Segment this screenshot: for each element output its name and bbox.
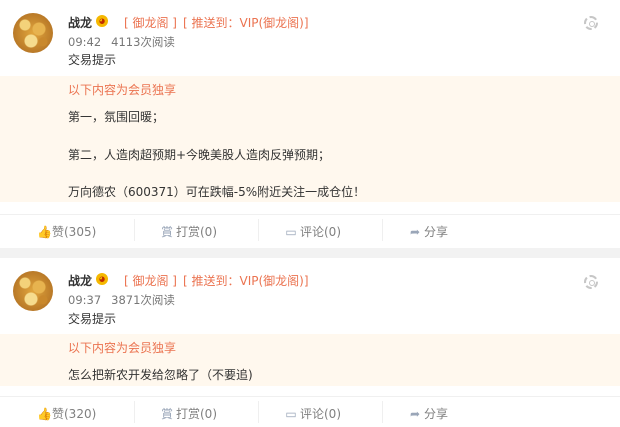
post-title: 交易提示 (68, 53, 117, 67)
author-name[interactable]: 战龙 (68, 14, 92, 31)
divider (382, 219, 383, 241)
share-icon: ➦ (409, 406, 421, 421)
content-line: 怎么把新农开发给忽略了（不要追) (68, 368, 253, 382)
comment-icon: ▭ (285, 224, 297, 239)
comment-icon: ▭ (285, 406, 297, 421)
like-label: 赞(320) (52, 407, 97, 421)
post-meta: 09:42 4113次阅读 (68, 34, 175, 50)
member-notice: 以下内容为会员独享 (68, 341, 177, 355)
emoji-icon: ◕ (96, 15, 108, 27)
share-button[interactable]: ➦ 分享 (409, 405, 448, 422)
comment-label: 评论(0) (300, 407, 341, 421)
post-meta: 09:37 3871次阅读 (68, 292, 175, 308)
share-icon: ➦ (409, 224, 421, 239)
view-count: 4113次阅读 (111, 35, 175, 49)
author-name[interactable]: 战龙 (68, 272, 92, 289)
divider (382, 401, 383, 423)
divider (258, 219, 259, 241)
divider (258, 401, 259, 423)
avatar[interactable] (13, 13, 53, 53)
like-label: 赞(305) (52, 225, 97, 239)
comment-label: 评论(0) (300, 225, 341, 239)
push-tag[interactable]: [ 推送到：VIP(御龙阁)] (183, 14, 309, 31)
tip-label: 打赏(0) (176, 407, 217, 421)
divider (134, 219, 135, 241)
gear-icon[interactable] (584, 275, 598, 289)
content-line: 万向德农（600371）可在跌幅-5%附近关注一成仓位！ (68, 185, 366, 199)
action-bar: 👍 赞(305) 賞打赏(0) ▭ 评论(0) ➦ 分享 (0, 214, 620, 245)
tip-button[interactable]: 賞打赏(0) (161, 223, 217, 240)
push-tag[interactable]: [ 推送到：VIP(御龙阁)] (183, 272, 309, 289)
group-tag[interactable]: [ 御龙阁 ] (124, 272, 177, 289)
share-label: 分享 (424, 225, 449, 239)
tip-label: 打赏(0) (176, 225, 217, 239)
view-count: 3871次阅读 (111, 293, 175, 307)
content-line: 第二，人造肉超预期+今晚美股人造肉反弹预期； (68, 148, 331, 162)
avatar[interactable] (13, 271, 53, 311)
emoji-icon: ◕ (96, 273, 108, 285)
member-content: 以下内容为会员独享 第一，氛围回暖； 第二，人造肉超预期+今晚美股人造肉反弹预期… (0, 76, 620, 202)
divider (134, 401, 135, 423)
post-title: 交易提示 (68, 312, 117, 326)
comment-button[interactable]: ▭ 评论(0) (285, 405, 341, 422)
thumbs-up-icon: 👍 (37, 224, 52, 239)
content-line: 第一，氛围回暖； (68, 110, 165, 124)
like-button[interactable]: 👍 赞(305) (37, 223, 96, 240)
post-card: 战龙 ◕ [ 御龙阁 ] [ 推送到：VIP(御龙阁)] 09:37 3871次阅… (0, 258, 620, 427)
like-button[interactable]: 👍 赞(320) (37, 405, 96, 422)
post-card: 战龙 ◕ [ 御龙阁 ] [ 推送到：VIP(御龙阁)] 09:42 4113次阅… (0, 0, 620, 248)
thumbs-up-icon: 👍 (37, 406, 52, 421)
reward-icon: 賞 (161, 406, 174, 421)
share-label: 分享 (424, 407, 449, 421)
reward-icon: 賞 (161, 224, 174, 239)
gear-icon[interactable] (584, 16, 598, 30)
member-content: 以下内容为会员独享 怎么把新农开发给忽略了（不要追) (0, 334, 620, 386)
share-button[interactable]: ➦ 分享 (409, 223, 448, 240)
action-bar: 👍 赞(320) 賞打赏(0) ▭ 评论(0) ➦ 分享 (0, 396, 620, 427)
comment-button[interactable]: ▭ 评论(0) (285, 223, 341, 240)
member-notice: 以下内容为会员独享 (68, 83, 177, 97)
post-time: 09:42 (68, 35, 102, 49)
group-tag[interactable]: [ 御龙阁 ] (124, 14, 177, 31)
tip-button[interactable]: 賞打赏(0) (161, 405, 217, 422)
post-time: 09:37 (68, 293, 102, 307)
